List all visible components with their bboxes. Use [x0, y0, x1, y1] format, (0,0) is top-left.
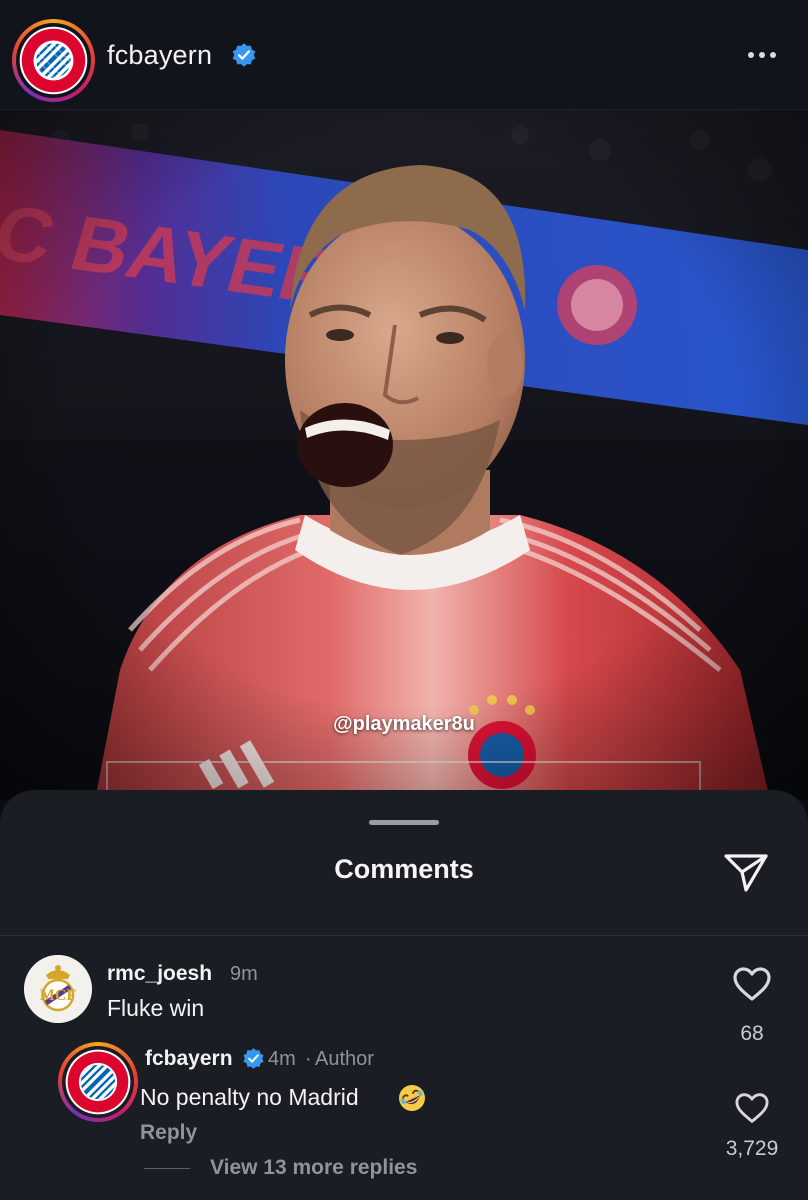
post-header: fcbayern	[0, 0, 808, 110]
replies-connector-line	[144, 1168, 190, 1169]
commenter-avatar[interactable]: MCF	[24, 955, 92, 1023]
reply-time: 4m	[268, 1048, 296, 1070]
comment-like-count[interactable]: 68	[700, 1022, 804, 1046]
drag-handle[interactable]	[369, 820, 439, 825]
sheet-divider	[0, 935, 808, 936]
instagram-post-screen: fcbayern @playmaker8u Comments MCF rmc_j…	[0, 0, 808, 1200]
reply-button[interactable]: Reply	[140, 1121, 197, 1145]
player-photo-illustration: C BAYERN M	[0, 110, 808, 800]
fc-bayern-crest-icon	[65, 1049, 131, 1115]
like-heart-icon[interactable]	[732, 966, 772, 1002]
view-more-replies-button[interactable]: View 13 more replies	[210, 1156, 417, 1180]
reply-text: No penalty no Madrid	[140, 1084, 359, 1110]
comments-sheet: Comments MCF rmc_joesh 9m Fluke win 68 f…	[0, 790, 808, 1200]
comment-time: 9m	[230, 963, 258, 985]
author-label: Author	[315, 1048, 374, 1070]
reply-avatar[interactable]	[58, 1042, 138, 1122]
verified-badge-icon	[243, 1048, 264, 1069]
photo-tag-label[interactable]: @playmaker8u	[0, 713, 808, 736]
comments-title: Comments	[334, 854, 474, 884]
reply-username[interactable]: fcbayern	[145, 1047, 233, 1071]
real-madrid-crest-icon: MCF	[24, 955, 92, 1023]
svg-text:MCF: MCF	[40, 987, 77, 1004]
paper-plane-icon[interactable]	[722, 850, 770, 894]
fc-bayern-crest-icon	[19, 26, 88, 95]
like-heart-icon[interactable]	[734, 1092, 770, 1124]
reply-like-count[interactable]: 3,729	[700, 1137, 804, 1161]
verified-badge-icon	[232, 43, 256, 67]
rolling-laughing-emoji-icon	[399, 1085, 425, 1111]
post-photo[interactable]: C BAYERN M	[0, 110, 808, 800]
more-horizontal-icon[interactable]	[742, 38, 782, 72]
header-username[interactable]: fcbayern	[107, 40, 212, 71]
comment-text: Fluke win	[107, 995, 205, 1021]
reply-separator: ·	[305, 1048, 312, 1070]
profile-avatar[interactable]	[12, 19, 95, 102]
comment-username[interactable]: rmc_joesh	[107, 962, 212, 986]
